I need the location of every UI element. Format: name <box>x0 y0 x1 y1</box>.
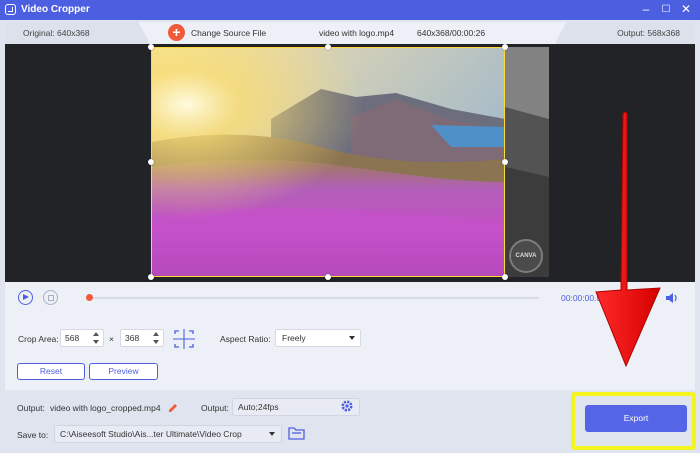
center-crop-icon[interactable] <box>172 328 196 350</box>
preview-button[interactable]: Preview <box>89 363 158 380</box>
chevron-down-icon <box>349 336 355 340</box>
minimize-button[interactable]: – <box>638 2 654 17</box>
aspect-ratio-value: Freely <box>282 333 306 343</box>
reset-button[interactable]: Reset <box>17 363 85 380</box>
edit-pencil-icon[interactable] <box>167 401 179 413</box>
play-button[interactable] <box>18 290 33 305</box>
original-size-label: Original: 640x368 <box>23 28 90 38</box>
crop-handle-top[interactable] <box>325 44 331 50</box>
crop-app-icon <box>5 4 16 15</box>
crop-height-value: 368 <box>125 333 140 343</box>
spin-arrows-icon[interactable] <box>153 331 160 345</box>
output-name-label: Output: <box>17 403 45 413</box>
gear-icon[interactable] <box>340 399 354 413</box>
logo-watermark: CANVA <box>509 239 543 273</box>
source-file-meta: 640x368/00:00:26 <box>417 28 486 38</box>
crop-frame[interactable] <box>151 47 505 277</box>
output-size-label: Output: 568x368 <box>617 28 680 38</box>
window-title: Video Cropper <box>21 4 90 15</box>
timeline-track[interactable] <box>89 297 539 299</box>
info-bar: Original: 640x368 + Change Source File v… <box>5 22 695 44</box>
crop-handle-top-left[interactable] <box>148 44 154 50</box>
save-path-select[interactable]: C:\Aiseesoft Studio\Ais...ter Ultimate\V… <box>54 425 282 443</box>
crop-width-input[interactable]: 568 <box>60 329 104 347</box>
folder-icon[interactable] <box>288 425 305 440</box>
change-source-file-button[interactable]: Change Source File <box>191 28 266 38</box>
crop-handle-right[interactable] <box>502 159 508 165</box>
crop-handle-bottom-right[interactable] <box>502 274 508 280</box>
crop-height-input[interactable]: 368 <box>120 329 164 347</box>
spin-arrows-icon[interactable] <box>93 331 100 345</box>
timeline-thumb[interactable] <box>86 294 93 301</box>
save-path-value: C:\Aiseesoft Studio\Ais...ter Ultimate\V… <box>60 429 242 439</box>
save-to-label: Save to: <box>17 430 49 440</box>
stop-button[interactable] <box>43 290 58 305</box>
output-format-label: Output: <box>201 403 229 413</box>
title-bar: Video Cropper – ☐ ✕ <box>0 0 700 20</box>
export-button[interactable]: Export <box>585 405 687 432</box>
crop-handle-left[interactable] <box>148 159 154 165</box>
aspect-ratio-label: Aspect Ratio: <box>220 334 271 344</box>
output-file-name: video with logo_cropped.mp4 <box>50 403 161 413</box>
crop-area-label: Crop Area: <box>18 334 59 344</box>
red-arrow-annotation <box>595 111 661 368</box>
output-format-value: Auto;24fps <box>238 402 279 412</box>
dimension-separator: × <box>109 334 114 344</box>
close-button[interactable]: ✕ <box>678 2 694 17</box>
add-icon[interactable]: + <box>168 24 185 41</box>
aspect-ratio-select[interactable]: Freely <box>275 329 361 347</box>
crop-handle-bottom-left[interactable] <box>148 274 154 280</box>
chevron-down-icon <box>269 432 275 436</box>
maximize-button[interactable]: ☐ <box>658 2 674 17</box>
source-file-name: video with logo.mp4 <box>319 28 395 38</box>
crop-handle-bottom[interactable] <box>325 274 331 280</box>
crop-width-value: 568 <box>65 333 80 343</box>
crop-handle-top-right[interactable] <box>502 44 508 50</box>
